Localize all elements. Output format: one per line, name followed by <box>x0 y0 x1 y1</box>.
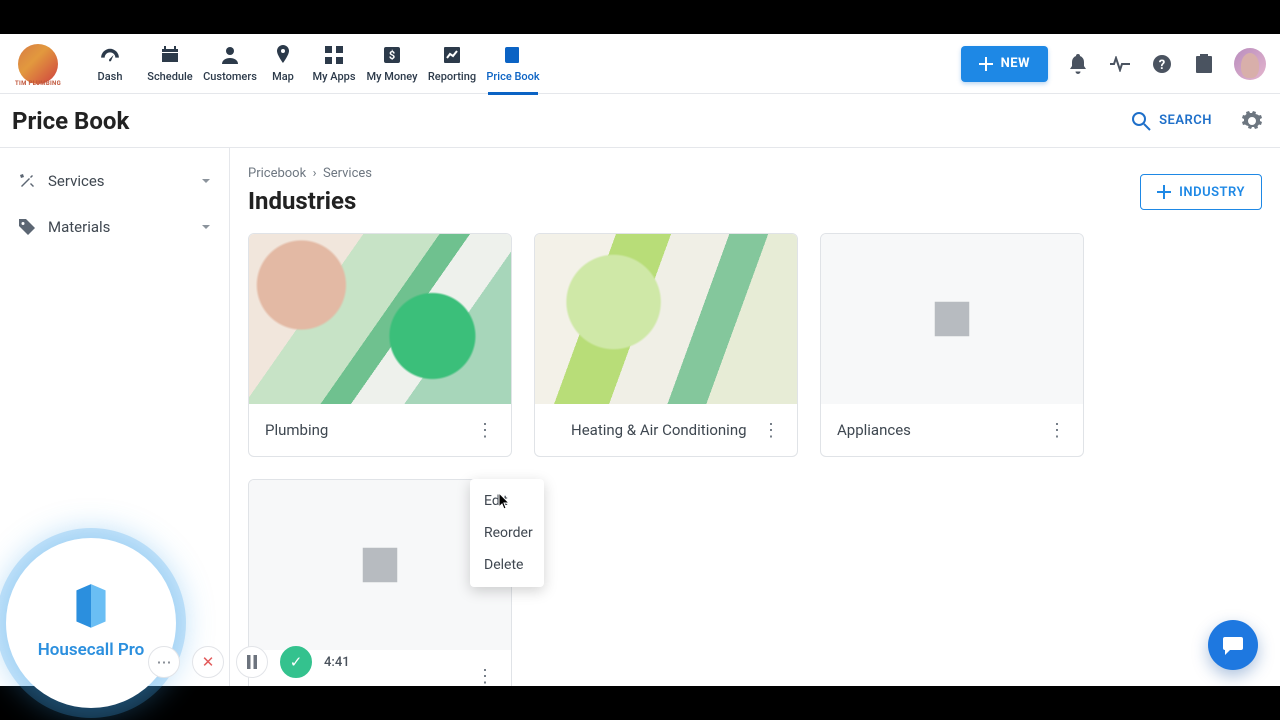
pause-icon <box>246 655 258 669</box>
recorder-control-bar: ⋯ ✕ ✓ 4:41 <box>148 646 350 678</box>
card-title: Appliances <box>837 421 1043 439</box>
page-header: Price Book SEARCH <box>0 94 1280 148</box>
sidebar-item-label: Services <box>48 172 105 190</box>
person-icon <box>221 44 239 66</box>
plus-icon <box>1157 185 1171 199</box>
tag-icon <box>16 218 38 236</box>
industry-card-appliances[interactable]: Appliances ⋮ <box>820 233 1084 457</box>
nav-label: Reporting <box>428 70 476 83</box>
add-industry-label: INDUSTRY <box>1179 185 1245 200</box>
housecall-pro-badge: Housecall Pro <box>6 538 176 708</box>
search-label: SEARCH <box>1159 113 1212 128</box>
money-icon: $ <box>383 44 401 66</box>
industry-card-hvac[interactable]: Heating & Air Conditioning ⋮ <box>534 233 798 457</box>
svg-text:$: $ <box>389 49 395 62</box>
help-button[interactable]: ? <box>1150 52 1174 76</box>
new-button[interactable]: NEW <box>961 46 1048 82</box>
top-navigation: Dash Schedule Customers Map <box>0 34 1280 94</box>
card-title: Plumbing <box>265 421 471 439</box>
bell-icon <box>1069 54 1087 74</box>
card-menu-button[interactable]: ⋮ <box>1043 416 1071 444</box>
apps-grid-icon <box>325 44 343 66</box>
calendar-icon <box>160 44 180 66</box>
breadcrumb-link-pricebook[interactable]: Pricebook <box>248 166 306 181</box>
gauge-icon <box>99 44 121 66</box>
nav-reporting[interactable]: Reporting <box>422 44 482 83</box>
chat-fab[interactable] <box>1208 620 1258 670</box>
breadcrumb: Pricebook › Services <box>248 166 1262 181</box>
chevron-down-icon <box>199 174 213 188</box>
sidebar-item-label: Materials <box>48 218 110 236</box>
card-context-menu: Edit Reorder Delete <box>470 479 544 587</box>
chat-icon <box>1221 633 1245 657</box>
brand-logo[interactable] <box>18 44 58 84</box>
nav-label: Customers <box>203 70 257 83</box>
topbar-actions: NEW ? <box>961 46 1266 82</box>
tools-icon <box>16 172 38 190</box>
nav-customers[interactable]: Customers <box>200 44 260 83</box>
nav-map[interactable]: Map <box>260 44 306 83</box>
content-area: Pricebook › Services Industries INDUSTRY… <box>230 148 1280 686</box>
housecall-pro-logo-icon <box>70 582 112 634</box>
activity-button[interactable] <box>1108 52 1132 76</box>
nav-label: My Money <box>367 70 418 83</box>
card-menu-button[interactable]: ⋮ <box>757 416 785 444</box>
card-image-placeholder <box>821 234 1083 404</box>
recorder-more-button[interactable]: ⋯ <box>148 646 180 678</box>
nav-label: Map <box>272 70 294 83</box>
clipboard-check-icon <box>1195 54 1213 74</box>
book-icon <box>504 44 522 66</box>
gear-icon <box>1242 111 1262 131</box>
sidebar-item-materials[interactable]: Materials <box>0 204 229 250</box>
search-button[interactable]: SEARCH <box>1131 111 1212 131</box>
breadcrumb-link-services[interactable]: Services <box>323 166 372 181</box>
image-icon <box>929 296 975 342</box>
add-industry-button[interactable]: INDUSTRY <box>1140 174 1262 210</box>
housecall-pro-badge-text: Housecall Pro <box>38 640 145 660</box>
card-menu-button[interactable]: ⋮ <box>471 662 499 686</box>
nav-label: Schedule <box>147 70 192 83</box>
nav-label: Dash <box>98 70 123 83</box>
industry-card-plumbing[interactable]: Plumbing ⋮ <box>248 233 512 457</box>
nav-my-money[interactable]: $ My Money <box>362 44 422 83</box>
tasks-button[interactable] <box>1192 52 1216 76</box>
card-image <box>249 234 511 404</box>
nav-schedule[interactable]: Schedule <box>140 44 200 83</box>
primary-nav: Dash Schedule Customers Map <box>80 44 544 83</box>
page-title: Price Book <box>12 107 129 135</box>
user-avatar[interactable] <box>1234 48 1266 80</box>
nav-label: Price Book <box>486 70 539 83</box>
recorder-time: 4:41 <box>324 655 350 670</box>
chevron-down-icon <box>199 220 213 234</box>
industry-grid: Plumbing ⋮ Heating & Air Conditioning ⋮ <box>248 233 1262 686</box>
section-heading: Industries <box>248 187 356 215</box>
nav-price-book[interactable]: Price Book <box>482 44 544 83</box>
activity-icon <box>1109 56 1131 72</box>
menu-item-delete[interactable]: Delete <box>470 549 544 581</box>
new-button-label: NEW <box>1001 56 1030 71</box>
pin-icon <box>275 44 291 66</box>
recorder-finish-button[interactable]: ✓ <box>280 646 312 678</box>
svg-text:?: ? <box>1159 58 1165 73</box>
card-image <box>535 234 797 404</box>
recorder-cancel-button[interactable]: ✕ <box>192 646 224 678</box>
chart-arrow-icon <box>443 44 461 66</box>
menu-item-reorder[interactable]: Reorder <box>470 517 544 549</box>
plus-icon <box>979 57 993 71</box>
menu-item-edit[interactable]: Edit <box>470 485 544 517</box>
search-icon <box>1131 111 1151 131</box>
image-icon <box>357 542 403 588</box>
card-title: Heating & Air Conditioning <box>551 421 757 439</box>
nav-dash[interactable]: Dash <box>80 44 140 83</box>
notifications-button[interactable] <box>1066 52 1090 76</box>
nav-label: My Apps <box>313 70 356 83</box>
recorder-pause-button[interactable] <box>236 646 268 678</box>
sidebar-item-services[interactable]: Services <box>0 158 229 204</box>
card-menu-button[interactable]: ⋮ <box>471 416 499 444</box>
help-icon: ? <box>1152 54 1172 74</box>
nav-my-apps[interactable]: My Apps <box>306 44 362 83</box>
settings-button[interactable] <box>1242 111 1262 131</box>
